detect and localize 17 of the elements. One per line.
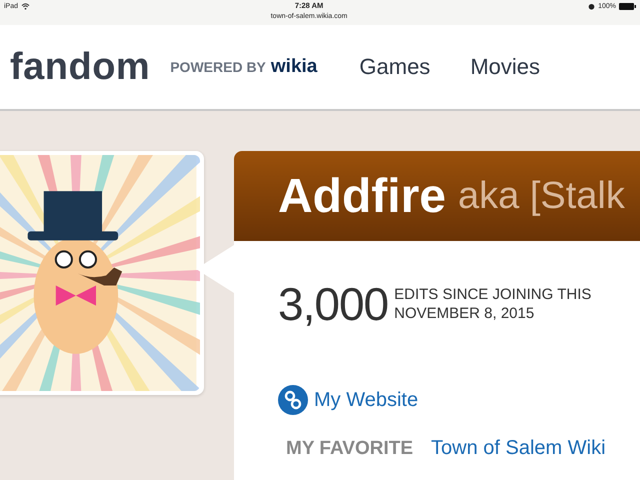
battery-icon <box>619 2 636 10</box>
user-alias: aka [Stalk <box>458 174 625 218</box>
user-name: Addfire <box>278 168 446 224</box>
edits-label: EDITS SINCE JOINING THIS <box>394 285 592 304</box>
link-icon <box>278 385 308 415</box>
edit-count: 3,000 <box>278 277 388 331</box>
favorite-label: MY FAVORITE <box>286 438 414 460</box>
alarm-icon <box>588 2 596 10</box>
website-link[interactable]: My Website <box>314 388 418 412</box>
fandom-logo[interactable]: fandom <box>10 46 150 88</box>
wikia-logo[interactable]: wikia <box>270 56 318 78</box>
nav-link[interactable]: Games <box>359 54 430 80</box>
powered-by-text: POWERED BY <box>170 59 266 75</box>
favorite-wiki-link[interactable]: Town of Salem Wiki <box>431 437 606 460</box>
wifi-icon <box>21 2 30 10</box>
join-date: NOVEMBER 8, 2015 <box>394 304 536 323</box>
nav-link[interactable]: Movies <box>470 54 540 80</box>
